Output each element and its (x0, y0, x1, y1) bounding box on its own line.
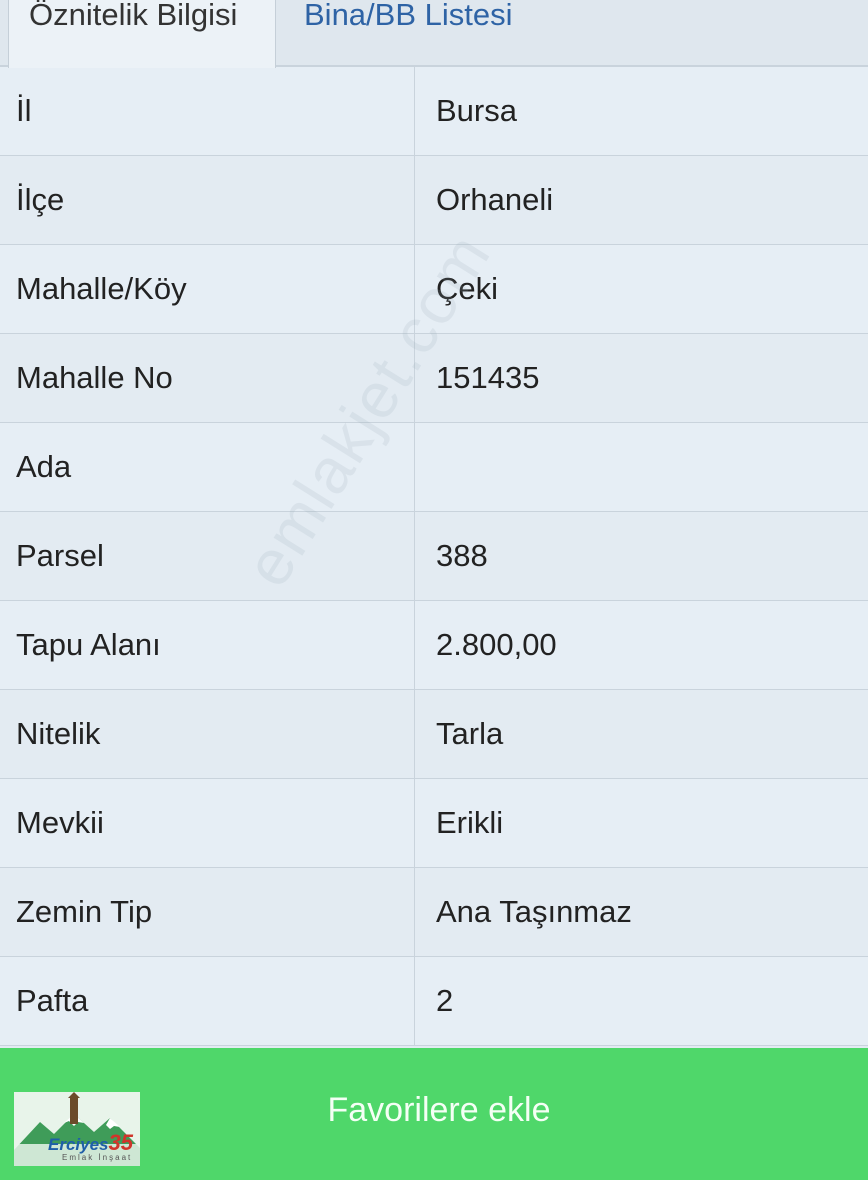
row-value: Orhaneli (436, 182, 554, 217)
row-key: Parsel (0, 512, 415, 600)
row-value: 2.800,00 (436, 627, 557, 662)
table-row: Pafta 2 (0, 957, 868, 1046)
table-row: İl Bursa (0, 67, 868, 156)
table-row: Tapu Alanı 2.800,00 (0, 601, 868, 690)
table-row: İlçe Orhaneli (0, 156, 868, 245)
row-key: İlçe (0, 156, 415, 244)
row-value: 2 (436, 983, 454, 1018)
row-value: Tarla (436, 716, 504, 751)
table-row: Mevkii Erikli (0, 779, 868, 868)
table-row: Nitelik Tarla (0, 690, 868, 779)
row-key: Mevkii (0, 779, 415, 867)
erciyes-logo: Erciyes35 Emlak İnşaat (14, 1092, 140, 1166)
logo-subtitle: Emlak İnşaat (62, 1153, 133, 1162)
row-key: Zemin Tip (0, 868, 415, 956)
page: Öznitelik Bilgisi Bina/BB Listesi İl Bur… (0, 0, 868, 1180)
row-value: Bursa (436, 93, 517, 128)
attribute-table: İl Bursa İlçe Orhaneli Mahalle/Köy Çeki … (0, 67, 868, 1046)
tab-oznitelik-bilgisi[interactable]: Öznitelik Bilgisi (8, 0, 276, 68)
row-key: Ada (0, 423, 415, 511)
tab-bar: Öznitelik Bilgisi Bina/BB Listesi (0, 0, 868, 68)
row-value: 388 (436, 538, 488, 573)
row-key: Mahalle/Köy (0, 245, 415, 333)
row-key: Mahalle No (0, 334, 415, 422)
table-row: Mahalle/Köy Çeki (0, 245, 868, 334)
row-value: Çeki (436, 271, 499, 306)
table-row: Zemin Tip Ana Taşınmaz (0, 868, 868, 957)
tab-label: Bina/BB Listesi (304, 0, 513, 32)
logo-number: 35 (108, 1130, 133, 1155)
table-row: Ada (0, 423, 868, 512)
row-value (416, 423, 868, 511)
logo-name: Erciyes (48, 1135, 109, 1154)
row-value: Ana Taşınmaz (436, 894, 632, 929)
row-key: İl (0, 67, 415, 155)
tab-bina-bb-listesi[interactable]: Bina/BB Listesi (280, 0, 600, 67)
table-row: Parsel 388 (0, 512, 868, 601)
table-row: Mahalle No 151435 (0, 334, 868, 423)
tab-label: Öznitelik Bilgisi (29, 0, 238, 32)
row-key: Pafta (0, 957, 415, 1045)
row-value: 151435 (436, 360, 540, 395)
row-value: Erikli (436, 805, 504, 840)
row-key: Nitelik (0, 690, 415, 778)
row-key: Tapu Alanı (0, 601, 415, 689)
